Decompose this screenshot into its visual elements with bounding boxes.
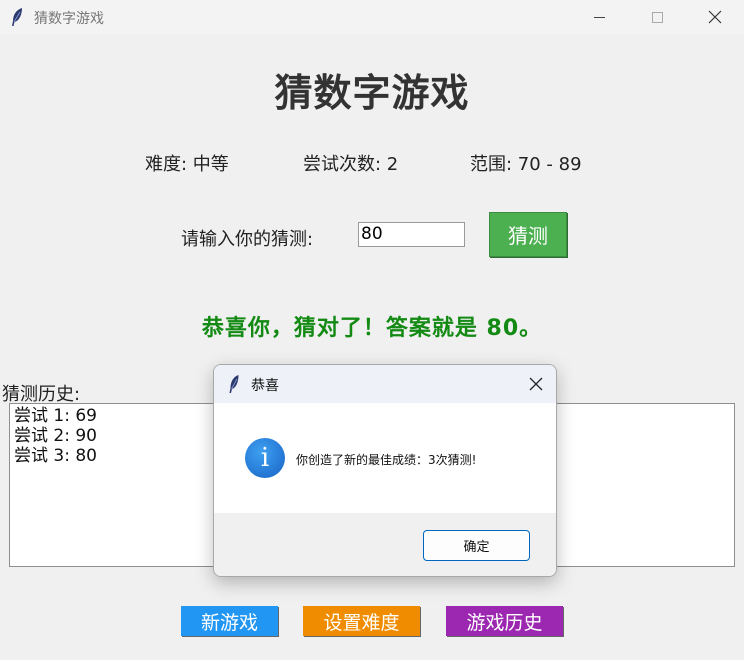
history-entry: 尝试 2: 90 [14,426,97,446]
feather-icon [12,8,22,26]
dialog-close-icon[interactable] [528,376,544,392]
minimize-button[interactable] [570,0,628,34]
window-title: 猜数字游戏 [34,11,104,27]
maximize-button[interactable] [628,0,686,34]
result-message: 恭喜你，猜对了！答案就是 80。 [201,316,543,341]
congrats-dialog: 恭喜 i 你创造了新的最佳成绩：3次猜测! 确定 [213,364,557,577]
history-entry: 尝试 3: 80 [14,446,97,466]
guess-button[interactable]: 猜测 [489,212,567,257]
difficulty-label: 难度: 中等 [145,154,229,175]
game-window: 猜数字游戏 猜数字游戏 难度: 中等 尝试次数: 2 范围: 70 - 89 请… [0,0,744,660]
history-entry: 尝试 1: 69 [14,406,97,426]
dialog-title: 恭喜 [251,378,279,394]
info-icon: i [245,438,285,478]
maximize-icon [651,11,663,23]
minimize-icon [593,16,605,18]
feather-icon [229,375,239,393]
close-button[interactable] [686,0,744,34]
range-label: 范围: 70 - 89 [470,154,582,175]
attempts-label: 尝试次数: 2 [303,154,399,175]
page-title: 猜数字游戏 [274,71,470,115]
set-difficulty-button[interactable]: 设置难度 [303,606,420,636]
game-history-button[interactable]: 游戏历史 [446,606,563,636]
guess-prompt: 请输入你的猜测: [181,229,314,250]
close-icon [708,10,722,24]
title-bar: 猜数字游戏 [0,0,744,34]
guess-input[interactable]: 80 [358,222,465,247]
new-game-button[interactable]: 新游戏 [181,606,278,636]
dialog-message: 你创造了新的最佳成绩：3次猜测! [296,453,477,467]
ok-button[interactable]: 确定 [423,530,530,561]
